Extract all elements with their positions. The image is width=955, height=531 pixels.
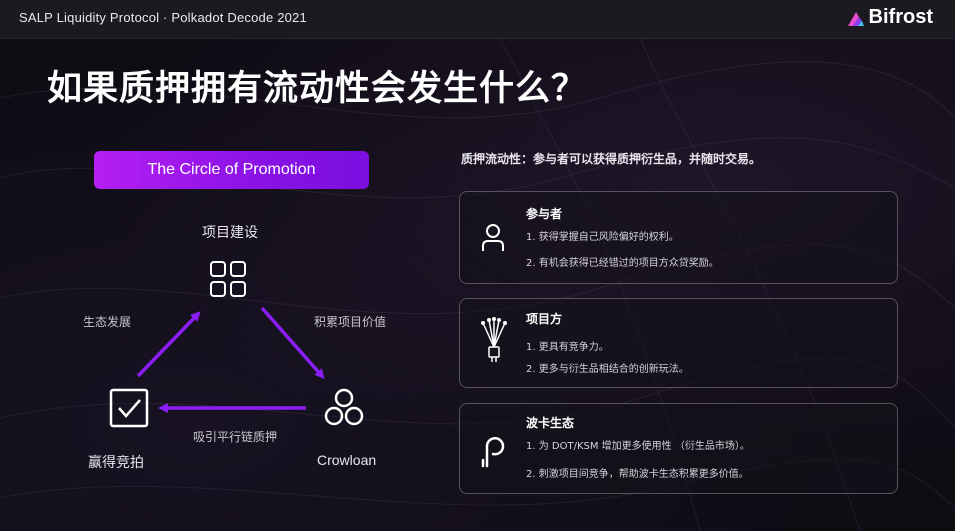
bifrost-logo-icon [847, 11, 864, 26]
promo-label: The Circle of Promotion [147, 161, 316, 178]
checkbox-icon [109, 388, 149, 428]
node-label-project-build: 项目建设 [202, 225, 258, 241]
card-participants: 参与者 1. 获得掌握自己风险偏好的权利。 2. 有机会获得已经错过的项目方众贷… [459, 191, 898, 284]
card-line: 2. 刺激项目间竞争，帮助波卡生态积累更多价值。 [526, 469, 749, 480]
liquidity-description: 质押流动性：参与者可以获得质押衍生品，并随时交易。 [461, 152, 762, 166]
presentation-title: SALP Liquidity Protocol · Polkadot Decod… [19, 10, 307, 25]
bifrost-logo: Bifrost [847, 6, 933, 29]
three-circles-icon [324, 388, 364, 426]
card-line: 1. 为 DOT/KSM 增加更多使用性 （衍生品市场）。 [526, 441, 750, 452]
logo-text: Bifrost [868, 6, 933, 28]
grid-icon [210, 261, 246, 297]
card-line: 1. 获得掌握自己风险偏好的权利。 [526, 232, 679, 243]
slide: SALP Liquidity Protocol · Polkadot Decod… [0, 0, 955, 531]
promotion-cycle-diagram [109, 261, 364, 428]
card-polkadot-ecosystem: 波卡生态 1. 为 DOT/KSM 增加更多使用性 （衍生品市场）。 2. 刺激… [459, 403, 898, 494]
person-icon [482, 224, 504, 251]
card-title: 波卡生态 [526, 416, 575, 430]
card-project-team: 项目方 1. 更具有竞争力。 2. 更多与衍生品相结合的创新玩法。 [459, 298, 898, 388]
circle-of-promotion-button[interactable]: The Circle of Promotion [94, 151, 369, 189]
top-bar: SALP Liquidity Protocol · Polkadot Decod… [0, 0, 955, 39]
card-line: 1. 更具有竞争力。 [526, 342, 609, 353]
network-node-icon [481, 317, 507, 362]
page-title: 如果质押拥有流动性会发生什么？ [47, 69, 588, 109]
card-title: 参与者 [526, 207, 563, 221]
cycle-arrows [136, 306, 325, 413]
card-title: 项目方 [526, 312, 563, 326]
card-line: 2. 有机会获得已经错过的项目方众贷奖励。 [526, 258, 719, 269]
polkadot-icon [481, 437, 505, 468]
card-line: 2. 更多与衍生品相结合的创新玩法。 [526, 364, 689, 375]
